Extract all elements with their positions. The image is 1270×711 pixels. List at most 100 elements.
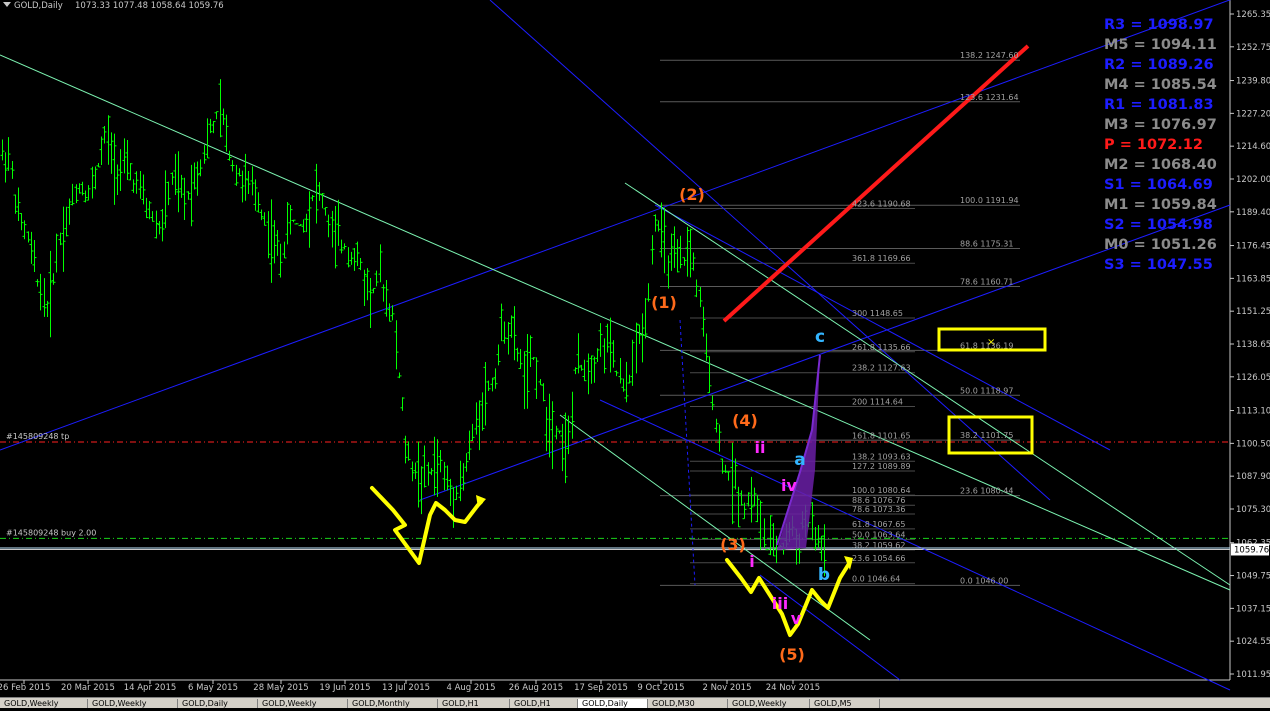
pivot-level-name: R3 [1104, 17, 1125, 33]
fib-ext-price: 1169.66 [877, 254, 910, 263]
fib-ext-price: 1076.76 [872, 496, 905, 505]
fib-level-pct: 138.2 [960, 51, 983, 60]
time-tick-label: 26 Feb 2015 [0, 683, 50, 693]
fib-level-price: 1160.71 [980, 278, 1013, 287]
time-tick-label: 19 Jun 2015 [319, 683, 370, 693]
pivot-level-value: 1094.11 [1151, 37, 1217, 53]
pivot-level-name: M2 [1104, 157, 1129, 173]
collapse-arrow-icon [3, 2, 11, 7]
fib-level-price: 1101.75 [980, 431, 1013, 440]
fib-level-pct: 78.6 [960, 278, 978, 287]
pivot-level-name: R2 [1104, 57, 1125, 73]
fib-level-price: 1175.31 [980, 240, 1013, 249]
price-tick-label: 1138.65 [1236, 340, 1270, 350]
fib-level-price: 1136.19 [980, 341, 1013, 350]
fib-level-pct: 88.6 [960, 240, 978, 249]
axis-frame: 1265.35 1252.75 1239.80 1227.20 1214.60 1202.… [0, 0, 1270, 693]
fib-ext-label: 50.0 1063.64 [852, 530, 905, 539]
price-chart[interactable]: 1265.35 1252.75 1239.80 1227.20 1214.60 1202.… [0, 0, 1270, 707]
pivot-level-row: M1 = 1059.84 [1104, 197, 1217, 213]
fib-level-price: 1247.60 [985, 51, 1018, 60]
wave-label: iv [781, 476, 797, 495]
fib-ext-pct: 238.2 [852, 364, 875, 373]
time-tick-label: 4 Aug 2015 [446, 683, 495, 693]
fib-level-label: 138.2 1247.60 [960, 51, 1019, 60]
fib-ext-label: 300 1148.65 [852, 309, 903, 318]
blue-channel-line [0, 0, 1231, 451]
wave-label: (4) [732, 411, 758, 430]
fib-ext-label: 361.8 1169.66 [852, 254, 911, 263]
fib-ext-label: 261.8 1135.66 [852, 343, 911, 352]
price-tick-label: 1163.85 [1236, 274, 1270, 284]
text-labels: #145809248 tp #145809248 buy 2.00 138.2 12… [6, 17, 1217, 664]
chart-tab-bar: GOLD,Weekly GOLD,Weekly GOLD,Daily GOLD,Wee… [0, 697, 1270, 708]
pivot-level-value: 1081.83 [1148, 97, 1214, 113]
pivot-level-name: M5 [1104, 37, 1129, 53]
time-tick-label: 13 Jul 2015 [382, 683, 430, 693]
fib-ext-price: 1127.63 [877, 364, 910, 373]
fib-ext-label: 61.8 1067.65 [852, 520, 905, 529]
price-tick-label: 1239.80 [1236, 77, 1270, 87]
fib-ext-label: 161.8 1101.65 [852, 431, 911, 440]
fib-level-price: 1191.94 [985, 196, 1018, 205]
pivot-level-row: S2 = 1054.98 [1104, 217, 1213, 233]
fib-ext-pct: 78.6 [852, 505, 870, 514]
yellow-wave-path [725, 558, 852, 637]
green-channel-line [0, 54, 1231, 591]
pivot-level-name: S1 [1104, 177, 1125, 193]
blue-channel-line [599, 399, 1231, 691]
pivot-level-name: R1 [1104, 97, 1125, 113]
time-tick-label: 20 Mar 2015 [61, 683, 115, 693]
chart-canvas[interactable]: 1265.35 1252.75 1239.80 1227.20 1214.60 1202.… [0, 0, 1270, 707]
fib-ext-label: 0.0 1046.64 [852, 575, 900, 584]
pivot-level-row: M4 = 1085.54 [1104, 77, 1217, 93]
wave-label: (2) [679, 185, 705, 204]
fib-ext-price: 1093.63 [877, 452, 910, 461]
fib-ext-pct: 100.0 [852, 486, 875, 495]
fib-level-label: 123.6 1231.64 [960, 93, 1019, 102]
wave-label: b [818, 565, 830, 585]
fib-ext-pct: 50.0 [852, 530, 870, 539]
fib-level-label: 23.6 1080.44 [960, 487, 1013, 496]
wave-label: c [815, 327, 825, 347]
time-tick-label: 17 Sep 2015 [574, 683, 628, 693]
fib-ext-pct: 38.2 [852, 541, 870, 550]
fibonacci-levels [660, 59, 1020, 586]
trend-lines [0, 0, 1231, 691]
pivot-level-name: S2 [1104, 217, 1125, 233]
fib-level-label: 61.8 1136.19 [960, 341, 1013, 350]
price-tick-label: 1227.20 [1236, 109, 1270, 119]
pivot-level-value: 1068.40 [1151, 157, 1217, 173]
pivot-level-name: S3 [1104, 257, 1125, 273]
fib-ext-label: 238.2 1127.63 [852, 364, 911, 373]
buy-order-label: #145809248 buy 2.00 [6, 528, 96, 537]
fib-ext-price: 1059.62 [872, 541, 905, 550]
time-tick-label: 9 Oct 2015 [637, 683, 684, 693]
pivot-level-name: M4 [1104, 77, 1129, 93]
chart-title: GOLD,Daily [14, 1, 63, 11]
pivot-level-row: R3 = 1098.97 [1104, 17, 1214, 33]
fib-level-pct: 123.6 [960, 93, 983, 102]
fib-ext-pct: 423.6 [852, 199, 875, 208]
candles [0, 79, 827, 577]
fib-ext-label: 78.6 1073.36 [852, 505, 905, 514]
pivot-level-row: M3 = 1076.97 [1104, 117, 1217, 133]
wave-label: ii [755, 438, 766, 457]
price-tick-label: 1214.60 [1236, 142, 1270, 152]
wave-label: a [794, 450, 805, 470]
fib-ext-label: 200 1114.64 [852, 398, 903, 407]
annotations: × [370, 327, 1047, 637]
pivot-levels-panel: R3 = 1098.97 M5 = 1094.11 R2 = 1089.26 M4 =… [1104, 17, 1217, 273]
wave-label: iii [772, 594, 788, 613]
current-price-label: 1059.76 [1234, 545, 1269, 555]
fib-ext-label: 127.2 1089.89 [852, 462, 911, 471]
time-tick-label: 14 Apr 2015 [124, 683, 177, 693]
fib-ext-price: 1135.66 [877, 343, 910, 352]
fib-level-pct: 100.0 [960, 196, 983, 205]
fib-ext-pct: 127.2 [852, 462, 875, 471]
fib-level-label: 78.6 1160.71 [960, 278, 1013, 287]
pivot-level-name: M1 [1104, 197, 1129, 213]
pivot-level-value: 1064.69 [1147, 177, 1213, 193]
fib-ext-price: 1190.68 [877, 199, 910, 208]
fib-ext-pct: 138.2 [852, 452, 875, 461]
